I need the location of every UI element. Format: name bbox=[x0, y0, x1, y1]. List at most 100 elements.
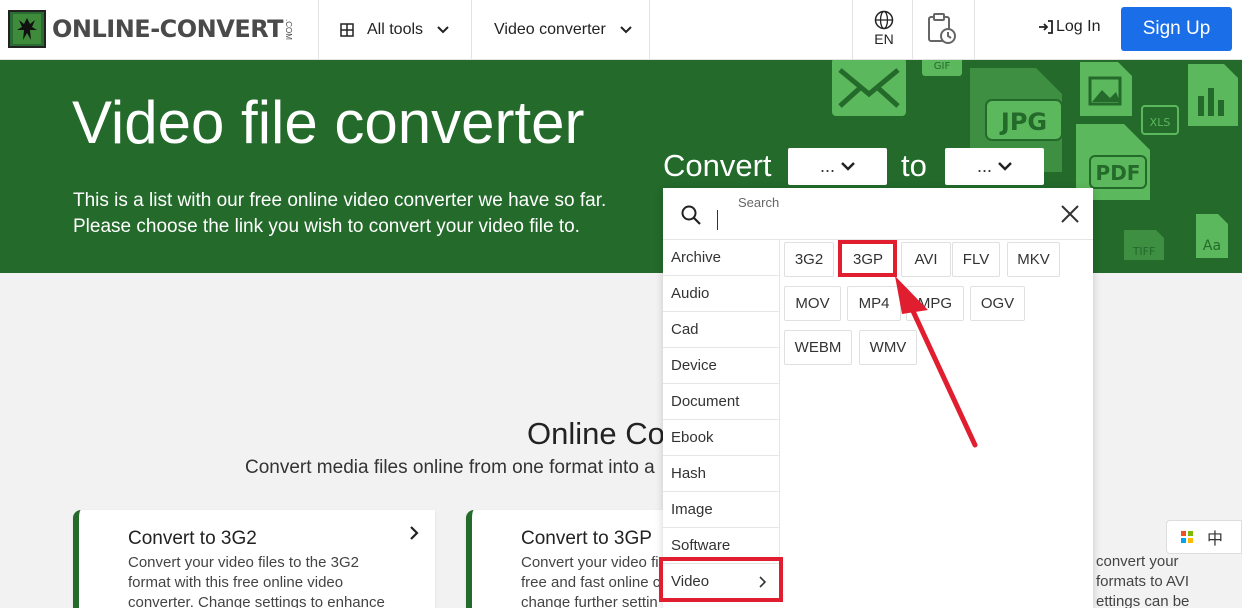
grid-icon bbox=[340, 23, 354, 37]
category-image[interactable]: Image bbox=[663, 492, 780, 528]
convert-label: Convert bbox=[663, 148, 772, 183]
category-ebook[interactable]: Ebook bbox=[663, 420, 780, 456]
mail-file-icon bbox=[832, 60, 906, 116]
card-title: Convert to 3G2 bbox=[128, 528, 257, 549]
format-3g2[interactable]: 3G2 bbox=[784, 242, 834, 277]
format-label: MKV bbox=[1017, 251, 1050, 268]
login-label: Log In bbox=[1056, 18, 1101, 35]
format-label: AVI bbox=[914, 251, 938, 268]
card-description-line: formats to AVI bbox=[1096, 573, 1190, 590]
globe-icon bbox=[874, 10, 894, 30]
to-label: to bbox=[901, 148, 927, 183]
video-converter-label: Video converter bbox=[494, 21, 606, 38]
header-divider bbox=[471, 0, 472, 60]
format-mov[interactable]: MOV bbox=[784, 286, 841, 321]
close-icon[interactable] bbox=[1061, 205, 1079, 223]
convert-card-3g2[interactable]: Convert to 3G2 Convert your video files … bbox=[73, 510, 435, 608]
from-format-value: ... bbox=[819, 156, 835, 176]
svg-text:TIFF: TIFF bbox=[1132, 245, 1156, 258]
to-format-value: ... bbox=[976, 156, 992, 176]
login-icon bbox=[1039, 20, 1053, 34]
category-label: Audio bbox=[671, 285, 710, 302]
windows-icon bbox=[1181, 531, 1193, 543]
page-title: Video file converter bbox=[72, 89, 585, 156]
language-label: EN bbox=[874, 31, 894, 47]
hero-description-line: Please choose the link you wish to conve… bbox=[73, 216, 580, 237]
svg-text:PDF: PDF bbox=[1096, 161, 1141, 185]
category-label: Document bbox=[671, 393, 740, 410]
search-label: Search bbox=[738, 195, 780, 210]
card-description-line: converter. Change settings to enhance bbox=[128, 594, 385, 608]
format-mkv[interactable]: MKV bbox=[1007, 242, 1060, 277]
ime-toolbar[interactable]: 中 bbox=[1166, 520, 1242, 554]
format-label: WEBM bbox=[794, 339, 842, 356]
all-tools-menu[interactable]: All tools bbox=[340, 0, 449, 60]
logo-icon bbox=[8, 10, 46, 48]
chevron-down-icon bbox=[998, 162, 1012, 171]
language-selector[interactable]: EN bbox=[862, 8, 906, 47]
chart-file-icon bbox=[1188, 64, 1238, 126]
card-description-line: convert your bbox=[1096, 553, 1179, 570]
format-label: FLV bbox=[962, 251, 990, 268]
card-description-line: Convert your video files to the 3G2 bbox=[128, 554, 359, 571]
svg-text:XLS: XLS bbox=[1150, 116, 1171, 129]
login-link[interactable]: Log In bbox=[1038, 18, 1100, 36]
header-divider bbox=[852, 0, 853, 60]
format-webm[interactable]: WEBM bbox=[784, 330, 852, 365]
to-format-select[interactable]: ... bbox=[945, 148, 1044, 185]
search-row: Search bbox=[663, 188, 1093, 240]
logo-text: ONLINE-CONVERT bbox=[52, 15, 284, 43]
image-file-icon bbox=[1080, 62, 1132, 116]
category-label: Software bbox=[671, 537, 731, 554]
clipboard-history-icon[interactable] bbox=[926, 12, 964, 48]
card-description-line: ettings can be bbox=[1096, 593, 1190, 608]
search-input[interactable] bbox=[717, 210, 718, 230]
category-label: Hash bbox=[671, 465, 707, 482]
header-divider bbox=[974, 0, 975, 60]
svg-text:Aa: Aa bbox=[1203, 238, 1221, 254]
category-device[interactable]: Device bbox=[663, 348, 780, 384]
card-description-line: format with this free online video bbox=[128, 574, 344, 591]
chevron-down-icon bbox=[620, 26, 632, 34]
category-label: Archive bbox=[671, 249, 722, 266]
card-description: convert your formats to AVI ettings can … bbox=[1096, 552, 1189, 608]
category-hash[interactable]: Hash bbox=[663, 456, 780, 492]
ime-label: 中 bbox=[1207, 531, 1224, 548]
all-tools-label: All tools bbox=[367, 21, 424, 38]
font-file-icon: Aa bbox=[1196, 214, 1228, 258]
card-description: Convert your video files to the 3G2 form… bbox=[128, 553, 388, 608]
section-subtitle: Convert media files online from one form… bbox=[245, 457, 655, 478]
svg-text:GIF: GIF bbox=[934, 61, 951, 72]
card-title: Convert to 3GP bbox=[521, 528, 652, 549]
gif-file-icon: GIF bbox=[922, 60, 962, 76]
format-label: MOV bbox=[795, 295, 830, 312]
category-document[interactable]: Document bbox=[663, 384, 780, 420]
hero-description-line: This is a list with our free online vide… bbox=[73, 190, 607, 211]
header-divider bbox=[649, 0, 650, 60]
top-header: ONLINE-CONVERT .COM All tools Video conv… bbox=[0, 0, 1242, 60]
search-icon bbox=[681, 205, 701, 225]
header-divider bbox=[912, 0, 913, 60]
header-divider bbox=[318, 0, 319, 60]
tiff-file-icon: TIFF bbox=[1124, 230, 1164, 260]
xls-file-icon: XLS bbox=[1141, 105, 1179, 135]
video-converter-menu[interactable]: Video converter bbox=[494, 0, 632, 60]
signup-button[interactable]: Sign Up bbox=[1121, 7, 1232, 51]
annotation-arrow-icon bbox=[895, 276, 978, 448]
chevron-down-icon bbox=[437, 26, 449, 34]
category-label: Image bbox=[671, 501, 713, 518]
highlight-box-video bbox=[659, 557, 783, 602]
section-title: Online Co bbox=[527, 416, 665, 451]
site-logo[interactable]: ONLINE-CONVERT .COM bbox=[8, 9, 293, 49]
category-cad[interactable]: Cad bbox=[663, 312, 780, 348]
chevron-down-icon bbox=[841, 162, 855, 171]
from-format-select[interactable]: ... bbox=[788, 148, 887, 185]
category-list: Archive Audio Cad Device Document Ebook … bbox=[663, 240, 780, 600]
category-archive[interactable]: Archive bbox=[663, 240, 780, 276]
category-label: Ebook bbox=[671, 429, 714, 446]
hero-description: This is a list with our free online vide… bbox=[73, 188, 653, 240]
chevron-right-icon bbox=[410, 526, 419, 545]
logo-sub: .COM bbox=[284, 18, 293, 40]
format-label: 3G2 bbox=[794, 251, 824, 268]
category-audio[interactable]: Audio bbox=[663, 276, 780, 312]
